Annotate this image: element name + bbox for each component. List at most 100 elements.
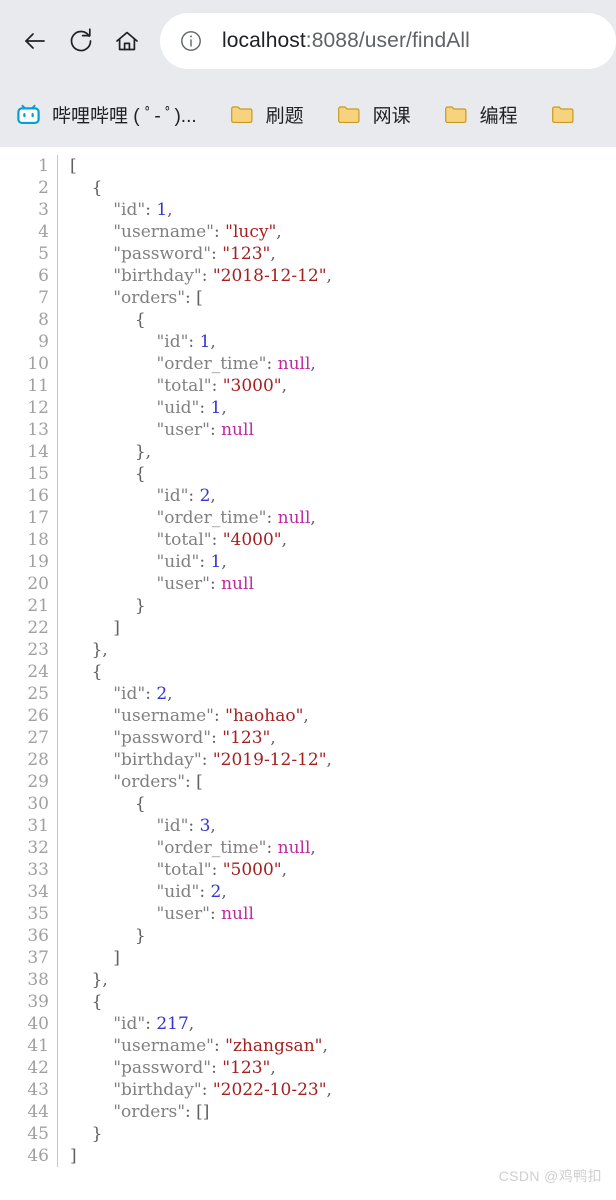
site-info-icon[interactable]	[178, 28, 204, 54]
token-key: "total"	[70, 860, 212, 880]
address-bar[interactable]: localhost:8088/user/findAll	[160, 13, 616, 69]
token-null: null	[221, 904, 254, 924]
address-bar-url[interactable]: localhost:8088/user/findAll	[222, 29, 470, 53]
folder-icon	[229, 102, 255, 128]
token-key: "orders"	[70, 772, 186, 792]
token-punc: :	[211, 530, 223, 550]
token-str: "lucy"	[225, 222, 277, 242]
code-line: [	[70, 155, 616, 177]
token-punc: }	[70, 926, 146, 946]
token-punc: }	[70, 1124, 103, 1144]
back-button[interactable]	[12, 18, 58, 64]
token-punc: : [	[185, 288, 203, 308]
line-number: 31	[27, 816, 49, 836]
line-number: 46	[27, 1146, 49, 1166]
line-number: 17	[27, 508, 49, 528]
line-number: 19	[27, 552, 49, 572]
token-key: "orders"	[70, 288, 186, 308]
code-line: {	[70, 463, 616, 485]
bookmark-label: 网课	[372, 106, 411, 127]
code-line: "total": "4000",	[70, 529, 616, 551]
token-null: null	[221, 420, 254, 440]
token-punc: ,	[221, 552, 227, 572]
line-number: 13	[27, 420, 49, 440]
token-key: "password"	[70, 728, 212, 748]
token-punc: :	[145, 1014, 157, 1034]
bookmark-folder-shuati[interactable]: 刷题	[226, 95, 307, 135]
folder-icon	[550, 102, 576, 128]
token-punc: ]	[70, 948, 120, 968]
token-key: "uid"	[70, 552, 200, 572]
line-number: 26	[27, 706, 49, 726]
folder-icon	[336, 102, 362, 128]
code-line: "username": "haohao",	[70, 705, 616, 727]
token-punc: ]	[70, 1146, 77, 1166]
line-number: 10	[27, 354, 49, 374]
token-punc: {	[70, 310, 146, 330]
token-punc: ,	[310, 508, 316, 528]
code-line: "user": null	[70, 419, 616, 441]
token-punc: ,	[221, 398, 227, 418]
gutter-divider	[57, 155, 58, 1167]
line-number: 38	[27, 970, 49, 990]
token-key: "order_time"	[70, 354, 267, 374]
bookmark-folder-biancheng[interactable]: 编程	[440, 95, 521, 135]
token-punc: :	[211, 376, 223, 396]
code-line: ]	[70, 947, 616, 969]
line-number: 3	[38, 200, 49, 220]
code-line: {	[70, 991, 616, 1013]
token-num: 1	[210, 552, 222, 572]
line-number: 44	[27, 1102, 49, 1122]
home-button[interactable]	[104, 18, 150, 64]
line-number: 8	[38, 310, 49, 330]
token-num: 217	[156, 1014, 189, 1034]
token-punc: {	[70, 178, 103, 198]
line-number: 40	[27, 1014, 49, 1034]
browser-toolbar: localhost:8088/user/findAll	[0, 0, 616, 82]
line-number: 45	[27, 1124, 49, 1144]
token-punc: ,	[270, 728, 276, 748]
token-punc: ,	[167, 200, 173, 220]
code-line: "id": 2,	[70, 683, 616, 705]
token-punc: :	[211, 728, 223, 748]
line-number: 6	[38, 266, 49, 286]
code-line: "password": "123",	[70, 1057, 616, 1079]
bookmark-bilibili[interactable]: 哔哩哔哩 ( ﾟ- ﾟ)...	[12, 95, 200, 135]
token-punc: {	[70, 464, 146, 484]
token-punc: : []	[185, 1102, 210, 1122]
token-punc: ,	[210, 332, 216, 352]
token-punc: ,	[310, 838, 316, 858]
bookmark-folder-wangke[interactable]: 网课	[333, 95, 414, 135]
reload-button[interactable]	[58, 18, 104, 64]
token-num: 2	[156, 684, 168, 704]
token-punc: ,	[221, 882, 227, 902]
line-number: 23	[27, 640, 49, 660]
line-number: 36	[27, 926, 49, 946]
json-code-area[interactable]: [ { "id": 1, "username": "lucy", "passwo…	[58, 147, 616, 1200]
code-line: "uid": 2,	[70, 881, 616, 903]
token-num: 3	[199, 816, 211, 836]
code-line: },	[70, 639, 616, 661]
json-response-viewer[interactable]: 1 2 3 4 5 6 7 8 9 10 11 12 13 14 15 16 17 18 19 20 21 22 23 24 2…	[0, 147, 616, 1200]
token-null: null	[221, 574, 254, 594]
code-line: }	[70, 925, 616, 947]
code-line: "username": "zhangsan",	[70, 1035, 616, 1057]
token-punc: ,	[326, 750, 332, 770]
url-host: localhost	[222, 29, 306, 52]
token-key: "user"	[70, 574, 210, 594]
code-line: }	[70, 595, 616, 617]
line-number: 25	[27, 684, 49, 704]
line-number: 29	[27, 772, 49, 792]
code-line: "uid": 1,	[70, 551, 616, 573]
code-line: "id": 1,	[70, 199, 616, 221]
token-key: "birthday"	[70, 750, 202, 770]
bookmark-folder-overflow[interactable]	[547, 95, 590, 135]
line-number: 18	[27, 530, 49, 550]
token-punc: ,	[303, 706, 309, 726]
token-punc: },	[70, 442, 152, 462]
line-number-gutter: 1 2 3 4 5 6 7 8 9 10 11 12 13 14 15 16 17 18 19 20 21 22 23 24 2…	[0, 147, 58, 1200]
line-number: 16	[27, 486, 49, 506]
code-line: "birthday": "2019-12-12",	[70, 749, 616, 771]
code-line: "orders": [	[70, 287, 616, 309]
token-punc: :	[211, 1058, 223, 1078]
